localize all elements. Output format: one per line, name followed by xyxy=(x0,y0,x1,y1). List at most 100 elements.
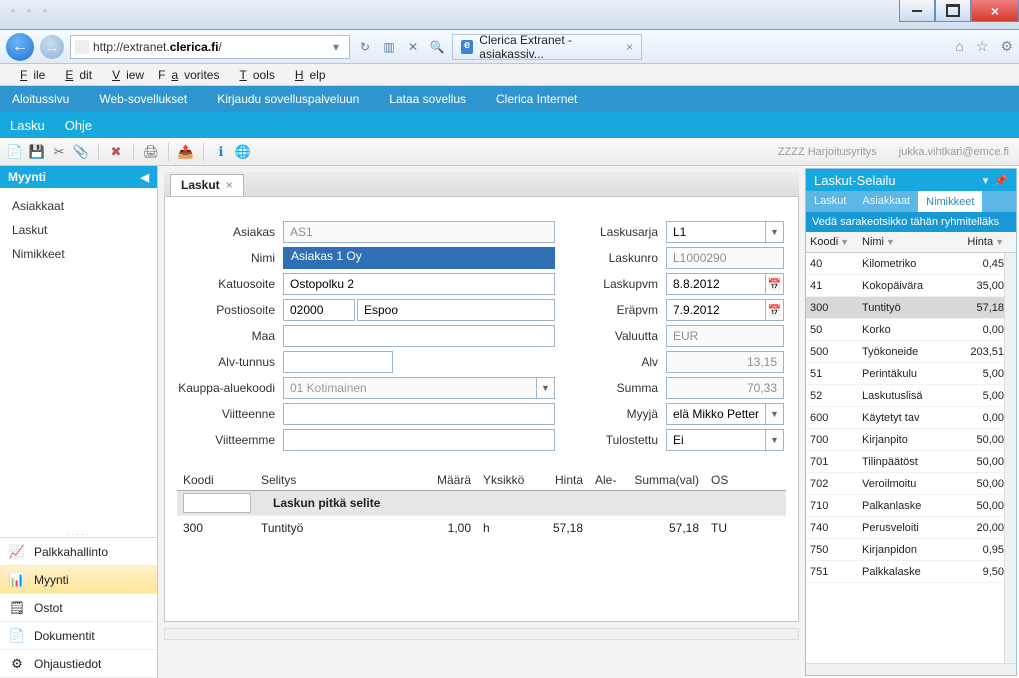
module-dokumentit[interactable]: 📄Dokumentit xyxy=(0,622,157,650)
chevron-down-icon[interactable]: ▼ xyxy=(766,429,784,451)
col-summaval[interactable]: Summa(val) xyxy=(623,473,705,487)
print-icon[interactable]: 🖨 xyxy=(142,143,160,161)
stop-icon[interactable]: ✕ xyxy=(404,38,422,56)
browse-hscrollbar[interactable] xyxy=(806,663,1016,675)
menu-favorites[interactable]: Favorites xyxy=(152,66,225,84)
maa-field[interactable] xyxy=(283,325,555,347)
alvtunnus-field[interactable] xyxy=(283,351,393,373)
module-ohjaustiedot[interactable]: ⚙Ohjaustiedot xyxy=(0,650,157,678)
menu-view[interactable]: View xyxy=(100,66,150,84)
chevron-down-icon[interactable]: ▼ xyxy=(537,377,555,399)
browse-col-koodi[interactable]: Koodi▼ xyxy=(806,232,858,252)
browse-row[interactable]: 40Kilometriko0,45 xyxy=(806,253,1016,275)
browse-row[interactable]: 50Korko0,00 xyxy=(806,319,1016,341)
calendar-icon[interactable]: 📅 xyxy=(766,273,784,295)
module-ostot[interactable]: 🗒Ostot xyxy=(0,594,157,622)
viitteemme-field[interactable] xyxy=(283,429,555,451)
erapvm-field[interactable] xyxy=(666,299,766,321)
panel-menu-icon[interactable]: ▾ xyxy=(983,174,989,187)
menu-tools[interactable]: Tools xyxy=(227,66,280,84)
browse-tab-nimikkeet[interactable]: Nimikkeet xyxy=(918,191,982,212)
chevron-down-icon[interactable]: ▼ xyxy=(766,221,784,243)
col-koodi[interactable]: Koodi xyxy=(177,473,255,487)
browse-row[interactable]: 701Tilinpäätöst50,00 xyxy=(806,451,1016,473)
sidebar-item-asiakkaat[interactable]: Asiakkaat xyxy=(0,194,157,218)
tulostettu-field[interactable] xyxy=(666,429,766,451)
laskusarja-field[interactable] xyxy=(666,221,766,243)
submenu-ohje[interactable]: Ohje xyxy=(65,118,92,133)
nav-internet[interactable]: Clerica Internet xyxy=(496,92,577,106)
lines-new-koodi-input[interactable] xyxy=(183,493,251,513)
module-palkkahallinto[interactable]: 📈Palkkahallinto xyxy=(0,538,157,566)
calendar-icon[interactable]: 📅 xyxy=(766,299,784,321)
postinro-field[interactable] xyxy=(283,299,355,321)
invoice-line-row[interactable]: 300 Tuntityö 1,00 h 57,18 57,18 TU xyxy=(177,515,786,539)
browse-vscrollbar[interactable] xyxy=(1004,253,1016,663)
col-selitys[interactable]: Selitys xyxy=(255,473,423,487)
viitteenne-field[interactable] xyxy=(283,403,555,425)
browse-row[interactable]: 702Veroilmoitu50,00 xyxy=(806,473,1016,495)
browse-row[interactable]: 740Perusveloiti20,00 xyxy=(806,517,1016,539)
module-myynti[interactable]: 📊Myynti xyxy=(0,566,157,594)
new-icon[interactable]: 📄 xyxy=(6,143,24,161)
center-hscrollbar[interactable] xyxy=(164,628,799,640)
doc-tab-laskut[interactable]: Laskut × xyxy=(170,174,244,196)
asiakas-field[interactable] xyxy=(283,221,555,243)
sidebar-item-laskut[interactable]: Laskut xyxy=(0,218,157,242)
nimi-field[interactable]: Asiakas 1 Oy xyxy=(283,247,555,269)
tab-close-icon[interactable]: × xyxy=(626,40,633,54)
globe-icon[interactable]: 🌐 xyxy=(234,143,252,161)
browse-row[interactable]: 500Työkoneide203,51 xyxy=(806,341,1016,363)
search-icon[interactable]: 🔍 xyxy=(428,38,446,56)
address-bar[interactable]: http://extranet.clerica.fi/ ▾ xyxy=(70,35,350,59)
nav-kirjaudu[interactable]: Kirjaudu sovelluspalveluun xyxy=(217,92,359,106)
window-minimize-button[interactable] xyxy=(899,0,935,22)
col-hinta[interactable]: Hinta xyxy=(529,473,589,487)
lines-edit-row[interactable]: Laskun pitkä selite xyxy=(177,491,786,515)
browse-row[interactable]: 41Kokopäivära35,00 xyxy=(806,275,1016,297)
window-close-button[interactable]: × xyxy=(971,0,1019,22)
filter-icon[interactable]: ▼ xyxy=(840,237,849,247)
browse-row[interactable]: 710Palkanlaske50,00 xyxy=(806,495,1016,517)
browser-tab[interactable]: Clerica Extranet - asiakassiv... × xyxy=(452,34,642,60)
group-by-bar[interactable]: Vedä sarakeotsikko tähän ryhmitelläks xyxy=(806,212,1016,232)
myyja-field[interactable] xyxy=(666,403,766,425)
browse-row[interactable]: 51Perintäkulu5,00 xyxy=(806,363,1016,385)
nav-back-button[interactable]: ← xyxy=(6,33,34,61)
kauppa-aluekoodi-field[interactable] xyxy=(283,377,537,399)
browse-row[interactable]: 751Palkkalaske9,50 xyxy=(806,561,1016,583)
sidebar-item-nimikkeet[interactable]: Nimikkeet xyxy=(0,242,157,266)
browse-col-hinta[interactable]: Hinta▼ xyxy=(952,232,1008,252)
filter-icon[interactable]: ▼ xyxy=(995,237,1004,247)
submenu-lasku[interactable]: Lasku xyxy=(10,118,45,133)
browse-row[interactable]: 300Tuntityö57,18 xyxy=(806,297,1016,319)
browse-row[interactable]: 600Käytetyt tav0,00 xyxy=(806,407,1016,429)
col-ale[interactable]: Ale- xyxy=(589,473,623,487)
kaupunki-field[interactable] xyxy=(357,299,555,321)
delete-icon[interactable]: ✖ xyxy=(107,143,125,161)
home-icon[interactable]: ⌂ xyxy=(955,38,963,55)
panel-pin-icon[interactable]: 📌 xyxy=(994,174,1008,187)
cut-icon[interactable]: ✂ xyxy=(50,143,68,161)
col-os[interactable]: OS xyxy=(705,473,735,487)
save-icon[interactable]: 💾 xyxy=(28,143,46,161)
filter-icon[interactable]: ▼ xyxy=(886,237,895,247)
menu-file[interactable]: File xyxy=(8,66,51,84)
info-icon[interactable]: ℹ xyxy=(212,143,230,161)
katuosoite-field[interactable] xyxy=(283,273,555,295)
nav-lataa[interactable]: Lataa sovellus xyxy=(389,92,466,106)
menu-edit[interactable]: Edit xyxy=(53,66,98,84)
col-yksikko[interactable]: Yksikkö xyxy=(477,473,529,487)
doc-tab-close-icon[interactable]: × xyxy=(226,178,233,192)
settings-gear-icon[interactable]: ⚙ xyxy=(1000,38,1013,55)
browse-tab-asiakkaat[interactable]: Asiakkaat xyxy=(854,191,918,212)
browse-row[interactable]: 700Kirjanpito50,00 xyxy=(806,429,1016,451)
menu-help[interactable]: Help xyxy=(283,66,332,84)
sidebar-collapse-icon[interactable]: ◀ xyxy=(141,171,149,184)
nav-forward-button[interactable]: → xyxy=(40,35,64,59)
favorites-icon[interactable]: ☆ xyxy=(976,38,989,55)
browse-col-nimi[interactable]: Nimi▼ xyxy=(858,232,952,252)
nav-aloitussivu[interactable]: Aloitussivu xyxy=(12,92,69,106)
laskupvm-field[interactable] xyxy=(666,273,766,295)
chevron-down-icon[interactable]: ▼ xyxy=(766,403,784,425)
